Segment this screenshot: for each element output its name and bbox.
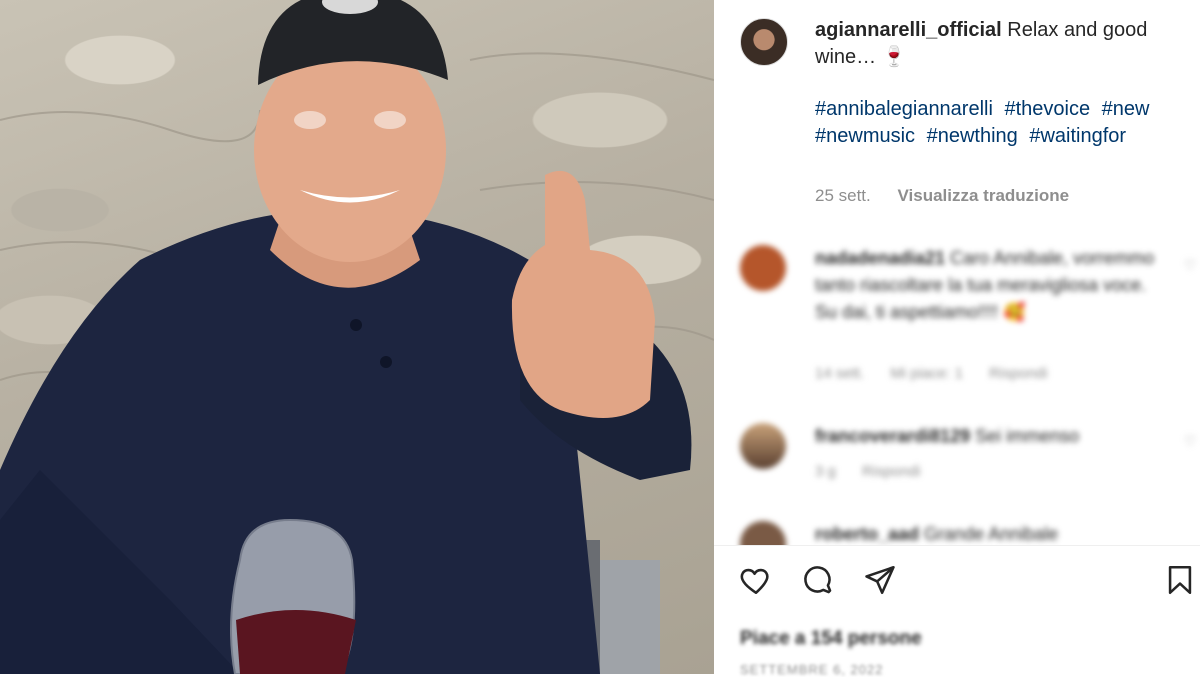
comment-text: Grande Annibale (924, 524, 1059, 544)
reply-link[interactable]: Rispondi (862, 463, 920, 480)
reply-link[interactable]: Rispondi (989, 365, 1047, 382)
comment-meta: 14 sett. Mi piace: 1 Rispondi (815, 365, 1069, 382)
hashtag-link[interactable]: #waitingfor (1029, 125, 1126, 147)
post-panel: agiannarelli_official Relax and good win… (714, 0, 1200, 677)
likes-count[interactable]: Piace a 154 persone (740, 628, 922, 650)
commenter-avatar[interactable] (740, 521, 786, 545)
share-button[interactable] (860, 560, 900, 600)
comment-button[interactable] (798, 560, 838, 600)
like-button[interactable] (736, 560, 776, 600)
post-caption: agiannarelli_official Relax and good win… (815, 17, 1185, 71)
post-actions-bar (714, 560, 1200, 610)
commenter-username[interactable]: roberto_aad (815, 524, 919, 544)
bookmark-icon (1168, 565, 1192, 595)
post-meta: 25 sett. Visualizza traduzione (815, 186, 1069, 206)
comment-time: 14 sett. (815, 365, 865, 382)
comment-icon (804, 566, 832, 594)
comment-text: Sei immenso (975, 426, 1080, 446)
author-avatar[interactable] (740, 18, 788, 66)
share-icon (865, 565, 895, 595)
comment-meta: 3 g Rispondi (815, 463, 942, 480)
heart-icon (740, 568, 769, 595)
comment-body: francoverardi8129 Sei immenso (815, 423, 1155, 450)
author-username[interactable]: agiannarelli_official (815, 19, 1002, 41)
actions-divider (714, 545, 1200, 546)
comment-likes[interactable]: Mi piace: 1 (890, 365, 963, 382)
photo-illustration (0, 0, 714, 674)
hashtag-link[interactable]: #newthing (927, 125, 1018, 147)
hashtag-link[interactable]: #new (1102, 98, 1150, 120)
hashtag-list: #annibalegiannarelli #thevoice #new #new… (815, 96, 1175, 150)
post-time: 25 sett. (815, 186, 871, 205)
commenter-username[interactable]: nadadenadia21 (815, 248, 945, 268)
save-button[interactable] (1160, 560, 1200, 600)
comment-body: roberto_aad Grande Annibale (815, 521, 1155, 545)
post-photo[interactable] (0, 0, 714, 674)
commenter-username[interactable]: francoverardi8129 (815, 426, 970, 446)
comment-time: 3 g (815, 463, 836, 480)
hashtag-link[interactable]: #annibalegiannarelli (815, 98, 993, 120)
translate-link[interactable]: Visualizza traduzione (898, 186, 1070, 205)
hashtag-link[interactable]: #newmusic (815, 125, 915, 147)
hashtag-link[interactable]: #thevoice (1004, 98, 1090, 120)
commenter-avatar[interactable] (740, 245, 786, 291)
comment-heart-icon[interactable]: ♡ (1184, 257, 1197, 274)
post-date: SETTEMBRE 6, 2022 (740, 662, 884, 677)
comment-heart-icon[interactable]: ♡ (1184, 433, 1197, 450)
comments-list: nadadenadia21 Caro Annibale, vorremmo ta… (714, 235, 1200, 545)
comment-body: nadadenadia21 Caro Annibale, vorremmo ta… (815, 245, 1155, 326)
commenter-avatar[interactable] (740, 423, 786, 469)
